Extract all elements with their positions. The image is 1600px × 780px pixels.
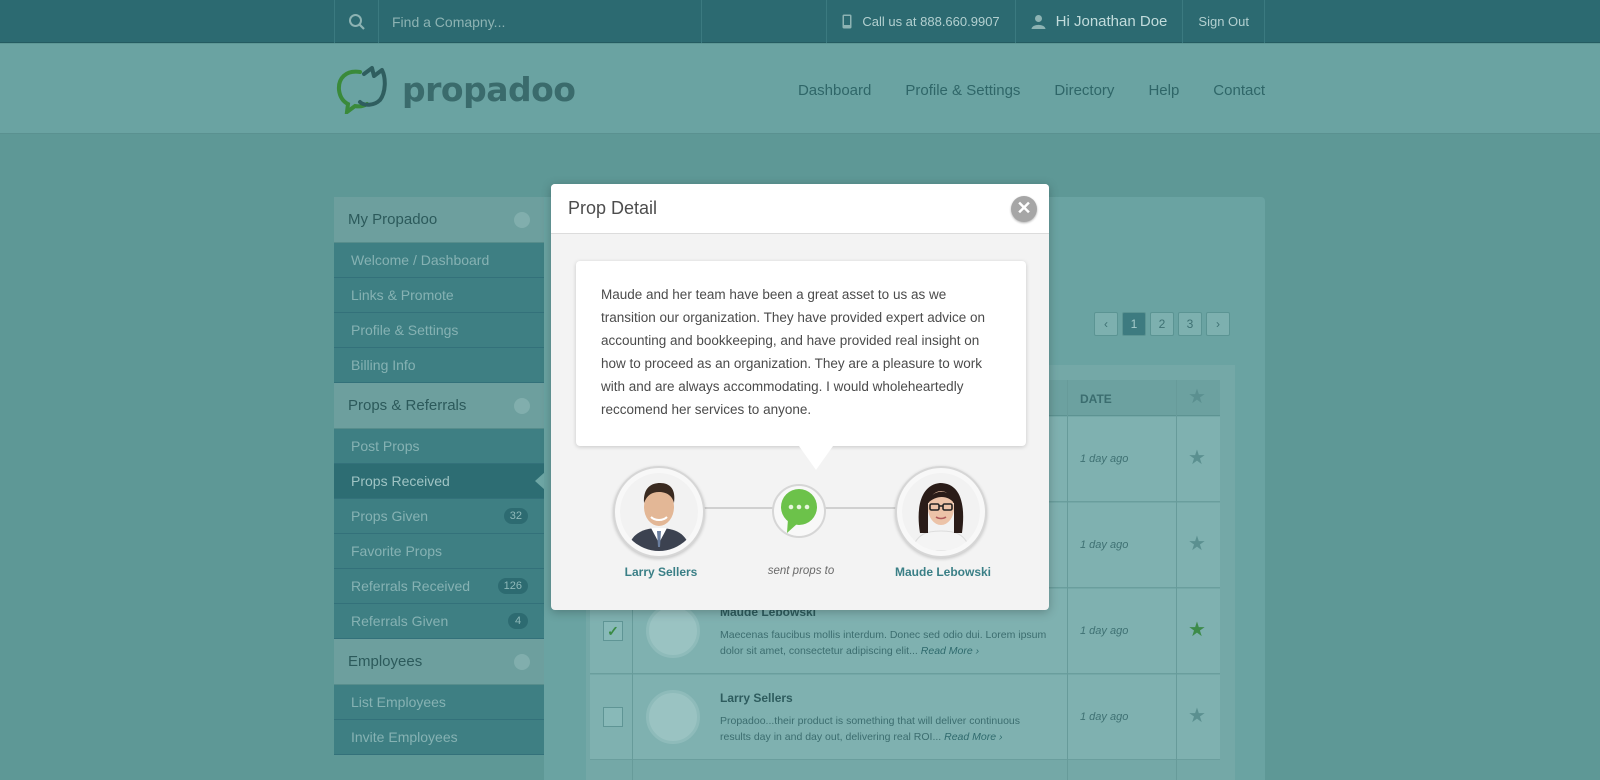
- count-badge: 126: [497, 578, 528, 594]
- sidebar-item-label: Post Props: [351, 438, 420, 454]
- sidebar-item-props-received[interactable]: Props Received: [334, 464, 545, 499]
- avatar: [646, 604, 700, 658]
- recipient-avatar[interactable]: [895, 466, 987, 558]
- column-divider: [1067, 380, 1068, 780]
- user-menu[interactable]: Hi Jonathan Doe: [1014, 0, 1183, 43]
- user-greeting: Hi Jonathan Doe: [1055, 13, 1168, 30]
- sender-avatar[interactable]: [613, 466, 705, 558]
- sidebar-item-list-employees[interactable]: List Employees: [334, 685, 544, 720]
- sidebar-item-label: Referrals Given: [351, 613, 449, 629]
- sidebar-item-label: Props Given: [351, 508, 429, 524]
- nav-contact[interactable]: Contact: [1213, 82, 1265, 99]
- page-1-button[interactable]: 1: [1122, 312, 1146, 336]
- sidebar-item-welcome-dashboard[interactable]: Welcome / Dashboard: [334, 243, 544, 278]
- search-input[interactable]: [379, 0, 701, 43]
- sidebar-section-props-referrals[interactable]: Props & Referrals: [334, 383, 544, 429]
- sidebar-item-props-given[interactable]: Props Given 32: [334, 499, 544, 534]
- row-date: 1 day ago: [1080, 539, 1129, 551]
- people-icon: [514, 653, 530, 670]
- next-page-button[interactable]: ›: [1206, 312, 1230, 336]
- prev-page-button[interactable]: ‹: [1094, 312, 1118, 336]
- star-icon[interactable]: ★: [1188, 703, 1206, 728]
- date-column-header[interactable]: DATE: [1080, 392, 1112, 406]
- row-excerpt: Maecenas faucibus mollis interdum. Donec…: [720, 629, 1047, 657]
- sidebar-item-post-props[interactable]: Post Props: [334, 429, 544, 464]
- company-search: [334, 0, 702, 43]
- sidebar-section-employees[interactable]: Employees: [334, 639, 544, 685]
- star-icon[interactable]: ★: [1188, 445, 1206, 470]
- nav-dashboard[interactable]: Dashboard: [798, 82, 871, 99]
- section-title: Props & Referrals: [348, 397, 467, 414]
- modal-header: Prop Detail ✕: [551, 184, 1049, 234]
- column-divider: [1176, 380, 1177, 780]
- sidebar-item-billing-info[interactable]: Billing Info: [334, 348, 544, 383]
- top-bar: Call us at 888.660.9907 Hi Jonathan Doe …: [0, 0, 1600, 43]
- header-star-icon[interactable]: ★: [1188, 384, 1206, 409]
- props-bubble-icon: [772, 484, 826, 538]
- user-icon: [1031, 14, 1046, 29]
- search-icon[interactable]: [335, 0, 379, 43]
- page-2-button[interactable]: 2: [1150, 312, 1174, 336]
- sign-out-link[interactable]: Sign Out: [1182, 0, 1265, 43]
- row-text: Maecenas faucibus mollis interdum. Donec…: [720, 627, 1050, 659]
- chat-icon: [514, 397, 530, 414]
- sidebar-item-profile-settings[interactable]: Profile & Settings: [334, 313, 544, 348]
- nav-help[interactable]: Help: [1148, 82, 1179, 99]
- sidebar-item-referrals-given[interactable]: Referrals Given 4: [334, 604, 544, 639]
- row-checkbox[interactable]: [603, 707, 623, 727]
- action-text: sent props to: [767, 565, 835, 577]
- sender-name[interactable]: Larry Sellers: [591, 565, 731, 579]
- count-badge: 32: [503, 508, 528, 524]
- site-header: propadoo Dashboard Profile & Settings Di…: [0, 44, 1600, 134]
- sidebar-item-invite-employees[interactable]: Invite Employees: [334, 720, 544, 755]
- row-date: 1 day ago: [1080, 711, 1129, 723]
- sidebar-item-label: List Employees: [351, 694, 446, 710]
- recipient-name[interactable]: Maude Lebowski: [873, 565, 1013, 579]
- sidebar-item-label: Links & Promote: [351, 287, 454, 303]
- row-text: Propadoo...their product is something th…: [720, 713, 1050, 745]
- main-nav: Dashboard Profile & Settings Directory H…: [798, 82, 1265, 99]
- row-name[interactable]: Larry Sellers: [720, 691, 793, 705]
- read-more-link[interactable]: Read More ›: [921, 645, 979, 657]
- sidebar-item-label: Billing Info: [351, 357, 416, 373]
- brand-name: propadoo: [402, 69, 576, 109]
- row-date: 1 day ago: [1080, 453, 1129, 465]
- avatar: [646, 690, 700, 744]
- prop-quote: Maude and her team have been a great ass…: [576, 261, 1026, 470]
- row-checkbox[interactable]: ✓: [603, 621, 623, 641]
- sidebar-section-my-propadoo[interactable]: My Propadoo: [334, 197, 544, 243]
- sidebar-item-label: Profile & Settings: [351, 322, 459, 338]
- sidebar-item-favorite-props[interactable]: Favorite Props: [334, 534, 544, 569]
- sidebar-item-label: Referrals Received: [351, 578, 471, 594]
- read-more-link[interactable]: Read More ›: [944, 731, 1002, 743]
- phone-text: Call us at 888.660.9907: [862, 14, 1000, 29]
- sidebar-item-label: Welcome / Dashboard: [351, 252, 490, 268]
- info-icon: [514, 211, 530, 228]
- close-icon[interactable]: ✕: [1011, 195, 1037, 222]
- star-icon[interactable]: ★: [1188, 531, 1206, 556]
- page-3-button[interactable]: 3: [1178, 312, 1202, 336]
- phone-icon: [842, 14, 852, 29]
- section-title: My Propadoo: [348, 211, 438, 228]
- sidebar-item-label: Invite Employees: [351, 729, 458, 745]
- sidebar-item-label: Props Received: [351, 473, 450, 489]
- sidebar: My Propadoo Welcome / Dashboard Links & …: [334, 197, 545, 755]
- sidebar-item-label: Favorite Props: [351, 543, 443, 559]
- logo-icon: [336, 66, 387, 114]
- phone-info: Call us at 888.660.9907: [826, 0, 1014, 43]
- pagination: ‹ 1 2 3 ›: [1094, 312, 1230, 336]
- nav-profile-settings[interactable]: Profile & Settings: [905, 82, 1020, 99]
- sidebar-item-links-promote[interactable]: Links & Promote: [334, 278, 544, 313]
- row-date: 1 day ago: [1080, 625, 1129, 637]
- nav-directory[interactable]: Directory: [1054, 82, 1114, 99]
- prop-detail-modal: Prop Detail ✕ Maude and her team have be…: [551, 184, 1049, 610]
- sidebar-item-referrals-received[interactable]: Referrals Received 126: [334, 569, 544, 604]
- star-icon[interactable]: ★: [1188, 617, 1206, 642]
- section-title: Employees: [348, 653, 423, 670]
- table-row[interactable]: Larry Sellers Propadoo...their product i…: [590, 675, 1220, 760]
- count-badge: 4: [508, 613, 528, 629]
- modal-title: Prop Detail: [568, 198, 658, 218]
- logo[interactable]: propadoo: [334, 64, 576, 114]
